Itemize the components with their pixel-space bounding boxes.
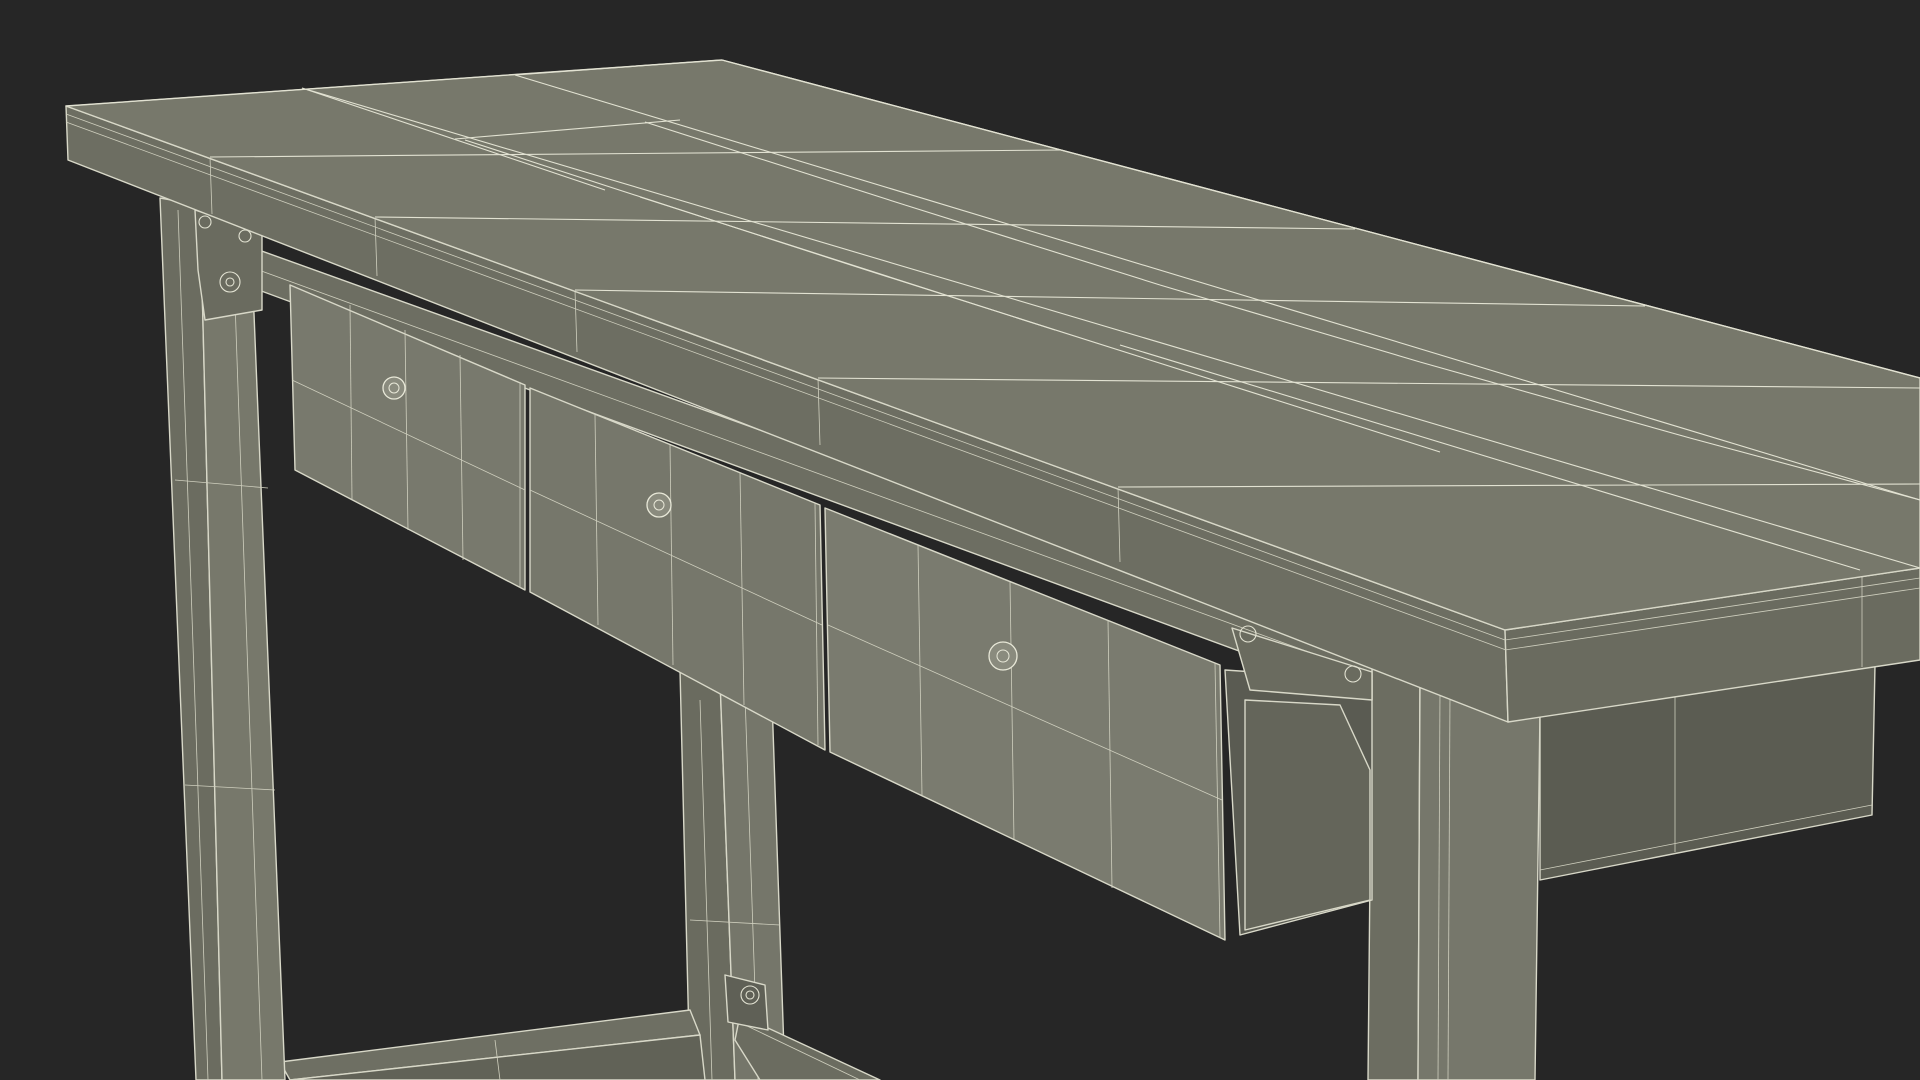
workbench-wireframe-render bbox=[65, 59, 1920, 1080]
front-leg-right bbox=[1367, 664, 1541, 1080]
front-leg-left bbox=[159, 197, 286, 1080]
lower-stretcher-left bbox=[279, 1009, 706, 1080]
render-viewport bbox=[0, 0, 1920, 1080]
drawer-knob-icon[interactable] bbox=[646, 492, 672, 518]
drawer-knob-icon[interactable] bbox=[382, 376, 406, 400]
drawer-knob-icon[interactable] bbox=[988, 641, 1018, 671]
drawer-recess bbox=[1224, 669, 1373, 936]
